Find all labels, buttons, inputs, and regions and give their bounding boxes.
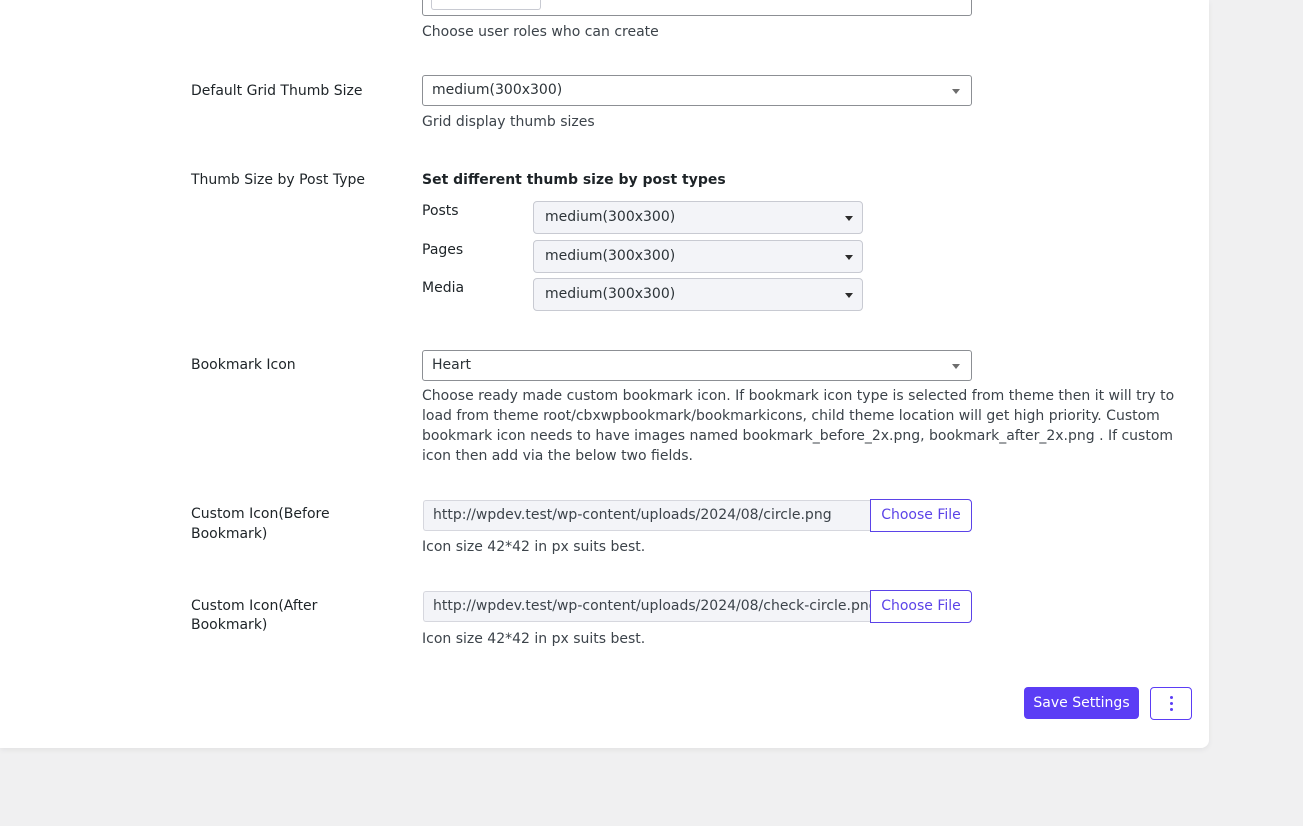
custom-after-label-line-2: Bookmark)	[191, 617, 268, 633]
dropdown-arrow-icon	[845, 255, 853, 260]
grid-thumb-label: Default Grid Thumb Size	[191, 83, 363, 99]
grid-thumb-select[interactable]: medium(300x300)	[422, 75, 972, 106]
save-settings-button[interactable]: Save Settings	[1024, 687, 1139, 719]
bookmark-icon-help-line-1: Choose ready made custom bookmark icon. …	[422, 388, 1175, 404]
custom-after-help: Icon size 42*42 in px suits best.	[422, 631, 646, 647]
user-roles-help: Choose user roles who can create	[422, 24, 659, 40]
bookmark-icon-help-line-3: bookmark icon needs to have images named…	[422, 428, 1174, 444]
dropdown-arrow-icon	[845, 216, 853, 221]
grid-thumb-help: Grid display thumb sizes	[422, 114, 595, 130]
custom-before-label-line-2: Bookmark)	[191, 526, 268, 542]
dropdown-arrow-icon	[952, 364, 960, 369]
custom-before-help: Icon size 42*42 in px suits best.	[422, 539, 646, 555]
bookmark-icon-value: Heart	[432, 357, 471, 373]
user-roles-tag	[431, 0, 541, 10]
custom-after-label-line-1: Custom Icon(After	[191, 598, 318, 614]
settings-panel: Choose user roles who can create Default…	[0, 0, 1209, 748]
bookmark-icon-label: Bookmark Icon	[191, 357, 296, 373]
more-options-button[interactable]	[1150, 687, 1192, 720]
thumb-post-type-label: Thumb Size by Post Type	[191, 172, 365, 188]
dropdown-arrow-icon	[952, 89, 960, 94]
post-type-label-media: Media	[422, 280, 465, 296]
custom-after-choose-file-button[interactable]: Choose File	[870, 590, 972, 623]
thumb-post-type-subtitle: Set different thumb size by post types	[422, 172, 726, 188]
bookmark-icon-select[interactable]: Heart	[422, 350, 972, 381]
posts-thumb-value: medium(300x300)	[545, 209, 676, 225]
custom-after-url-input[interactable]: http://wpdev.test/wp-content/uploads/202…	[423, 591, 870, 622]
post-type-label-posts: Posts	[422, 203, 459, 219]
media-thumb-select[interactable]: medium(300x300)	[533, 278, 863, 311]
media-thumb-value: medium(300x300)	[545, 286, 676, 302]
custom-before-label-line-1: Custom Icon(Before	[191, 506, 330, 522]
grid-thumb-value: medium(300x300)	[432, 82, 563, 98]
pages-thumb-select[interactable]: medium(300x300)	[533, 240, 863, 273]
bookmark-icon-help-line-4: icon then add via the below two fields.	[422, 448, 693, 464]
custom-before-choose-file-button[interactable]: Choose File	[870, 499, 972, 532]
bookmark-icon-help-line-2: load from theme root/cbxwpbookmark/bookm…	[422, 408, 1160, 424]
pages-thumb-value: medium(300x300)	[545, 248, 676, 264]
custom-before-url-input[interactable]: http://wpdev.test/wp-content/uploads/202…	[423, 500, 870, 531]
dropdown-arrow-icon	[845, 293, 853, 298]
post-type-label-pages: Pages	[422, 242, 464, 258]
user-roles-select[interactable]	[422, 0, 972, 16]
posts-thumb-select[interactable]: medium(300x300)	[533, 201, 863, 234]
